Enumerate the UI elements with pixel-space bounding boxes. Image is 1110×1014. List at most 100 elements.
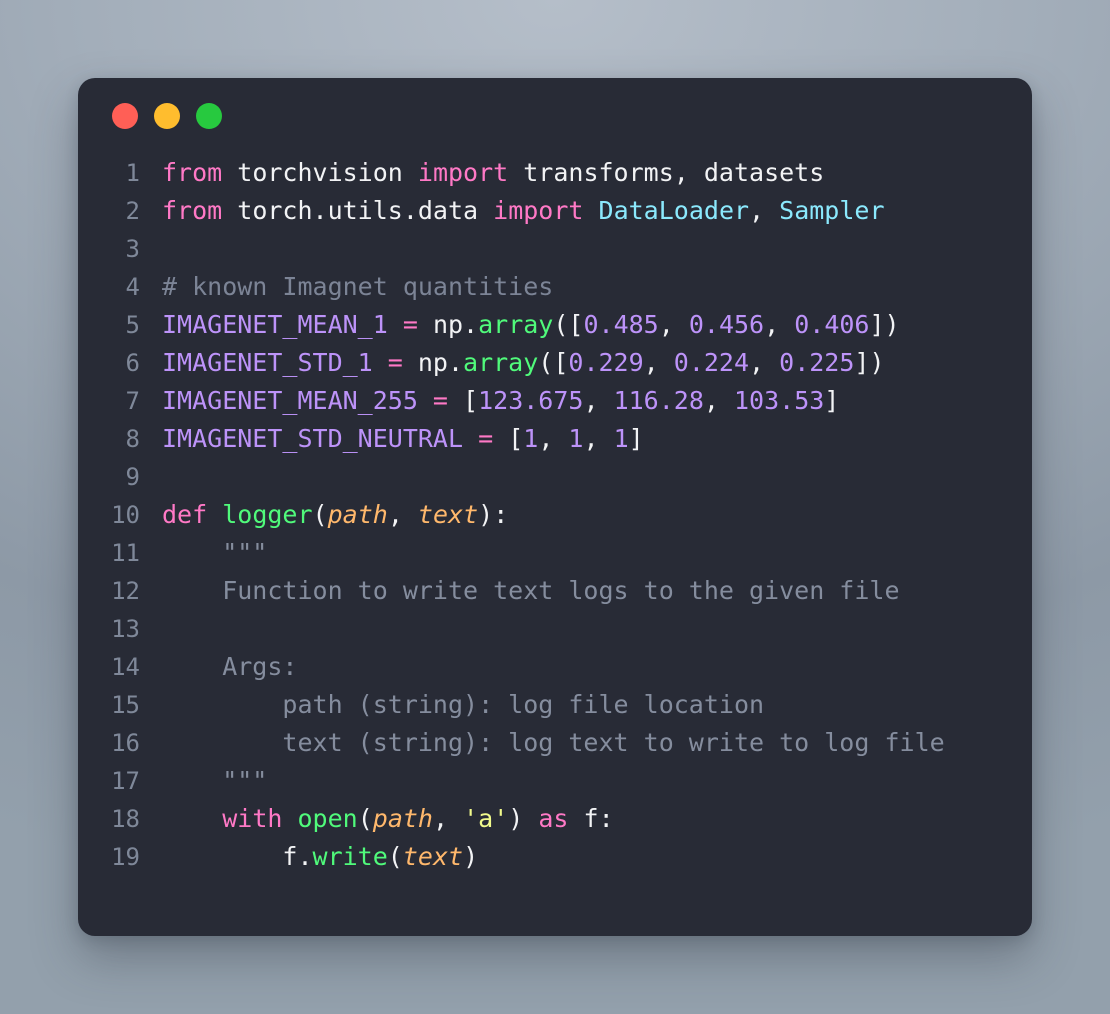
token-number: 1 xyxy=(613,424,629,453)
token-close-bracket: ]) xyxy=(854,348,885,377)
code-line-content: IMAGENET_MEAN_1 = np.array([0.485, 0.456… xyxy=(140,306,900,344)
token-keyword-from: from xyxy=(162,196,223,225)
code-line-content: IMAGENET_MEAN_255 = [123.675, 116.28, 10… xyxy=(140,382,839,420)
token-comma: , xyxy=(749,348,780,377)
window-titlebar xyxy=(78,78,1032,154)
token-open-bracket: [ xyxy=(463,386,479,415)
code-line-content: with open(path, 'a') as f: xyxy=(140,800,614,838)
token-function-array: array xyxy=(463,348,539,377)
token-comma: , xyxy=(387,500,418,529)
code-line: 12 Function to write text logs to the gi… xyxy=(78,572,1032,610)
line-number: 5 xyxy=(125,311,140,339)
line-number: 6 xyxy=(125,349,140,377)
token-import-names: transforms, datasets xyxy=(508,158,825,187)
token-comma: , xyxy=(583,424,614,453)
code-line: 8 IMAGENET_STD_NEUTRAL = [1, 1, 1] xyxy=(78,420,1032,458)
code-line-content: """ xyxy=(162,766,268,795)
line-number: 15 xyxy=(111,691,140,719)
code-line: 11 """ xyxy=(78,534,1032,572)
line-number: 18 xyxy=(111,805,140,833)
token-keyword-with: with xyxy=(222,804,283,833)
token-number: 1 xyxy=(523,424,539,453)
token-number: 0.229 xyxy=(568,348,644,377)
line-number: 4 xyxy=(125,273,140,301)
token-number: 0.485 xyxy=(583,310,659,339)
token-number: 123.675 xyxy=(478,386,584,415)
line-number: 16 xyxy=(111,729,140,757)
token-comma: , xyxy=(538,424,569,453)
line-number: 3 xyxy=(125,235,140,263)
token-comma: , xyxy=(658,310,689,339)
line-number: 9 xyxy=(125,463,140,491)
token-close-paren: ) xyxy=(508,804,539,833)
code-line: 19 f.write(text) xyxy=(78,838,1032,876)
token-class-sampler: Sampler xyxy=(779,196,885,225)
token-number: 0.406 xyxy=(794,310,870,339)
code-window: 1 from torchvision import transforms, da… xyxy=(78,78,1032,936)
token-function-logger: logger xyxy=(222,500,313,529)
token-module: torchvision xyxy=(222,158,418,187)
token-class-dataloader: DataLoader xyxy=(598,196,750,225)
token-param-text: text xyxy=(402,842,464,871)
token-np: np. xyxy=(417,348,464,377)
token-comma: , xyxy=(643,348,674,377)
code-editor[interactable]: 1 from torchvision import transforms, da… xyxy=(78,154,1032,876)
line-number: 1 xyxy=(125,159,140,187)
code-line: 6 IMAGENET_STD_1 = np.array([0.229, 0.22… xyxy=(78,344,1032,382)
token-assign: = xyxy=(417,386,464,415)
token-assign: = xyxy=(372,348,418,377)
code-line-content: # known Imagnet quantities xyxy=(162,272,554,301)
token-comma: , xyxy=(764,310,795,339)
token-comma: , xyxy=(703,386,734,415)
line-number: 11 xyxy=(111,539,140,567)
token-alias-f: f: xyxy=(568,804,614,833)
code-line: 2 from torch.utils.data import DataLoade… xyxy=(78,192,1032,230)
token-close-bracket: ] xyxy=(628,424,644,453)
line-number: 7 xyxy=(125,387,140,415)
token-open-paren: ( xyxy=(357,804,373,833)
code-line: 9 xyxy=(78,458,1032,496)
close-icon[interactable] xyxy=(112,103,138,129)
code-line: 7 IMAGENET_MEAN_255 = [123.675, 116.28, … xyxy=(78,382,1032,420)
code-line-content: Args: xyxy=(162,652,298,681)
code-line-content: IMAGENET_STD_NEUTRAL = [1, 1, 1] xyxy=(140,420,644,458)
token-assign: = xyxy=(463,424,509,453)
token-open-bracket: [ xyxy=(508,424,524,453)
token-close-paren: ): xyxy=(478,500,509,529)
token-open-paren: ( xyxy=(312,500,328,529)
token-open-paren: ( xyxy=(387,842,403,871)
token-open-bracket: ([ xyxy=(553,310,584,339)
token-number: 0.224 xyxy=(673,348,750,377)
code-line: 17 """ xyxy=(78,762,1032,800)
minimize-icon[interactable] xyxy=(154,103,180,129)
token-object-f: f. xyxy=(282,842,313,871)
code-line-content: """ xyxy=(162,538,268,567)
token-keyword-import: import xyxy=(493,196,584,225)
code-line-content: text (string): log text to write to log … xyxy=(162,728,945,757)
token-method-write: write xyxy=(312,842,388,871)
token-keyword-def: def xyxy=(162,500,208,529)
token-comma: , xyxy=(433,804,464,833)
token-number: 1 xyxy=(568,424,584,453)
token-keyword-from: from xyxy=(162,158,223,187)
token-close-paren: ) xyxy=(463,842,479,871)
line-number: 14 xyxy=(111,653,140,681)
token-param-text: text xyxy=(417,500,479,529)
token-close-bracket: ]) xyxy=(869,310,900,339)
code-line: 10 def logger(path, text): xyxy=(78,496,1032,534)
token-module: torch.utils.data xyxy=(222,196,494,225)
token-keyword-import: import xyxy=(417,158,509,187)
token-comma: , xyxy=(583,386,614,415)
code-line-content: from torchvision import transforms, data… xyxy=(140,154,824,192)
token-string: 'a' xyxy=(463,804,509,833)
maximize-icon[interactable] xyxy=(196,103,222,129)
code-line: 1 from torchvision import transforms, da… xyxy=(78,154,1032,192)
code-line-content: from torch.utils.data import DataLoader,… xyxy=(140,192,885,230)
code-line-content: Function to write text logs to the given… xyxy=(162,576,900,605)
code-line-content: def logger(path, text): xyxy=(140,496,508,534)
token-assign: = xyxy=(387,310,433,339)
